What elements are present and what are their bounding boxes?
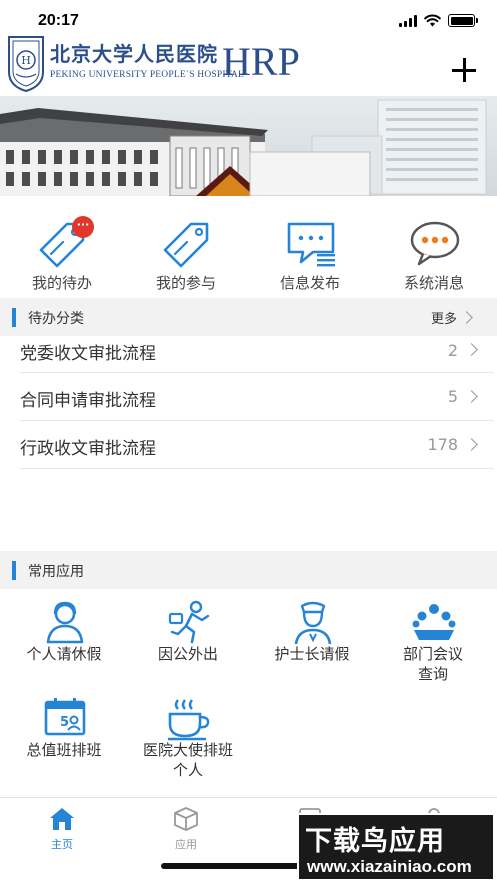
quick-action-my-participation[interactable]: 我的参与	[124, 208, 248, 298]
svg-text:5: 5	[60, 715, 69, 730]
todo-section-title: 待办分类	[28, 311, 84, 327]
running-man-icon	[168, 600, 210, 644]
apps-section-title: 常用应用	[28, 564, 84, 580]
section-accent-bar	[12, 308, 16, 327]
todo-item-count: 178	[427, 435, 458, 454]
cube-icon	[174, 807, 198, 831]
nurse-icon	[294, 601, 332, 645]
wifi-icon	[424, 14, 441, 27]
chevron-right-icon	[465, 343, 478, 356]
watermark-url: www.xiazainiao.com	[307, 857, 472, 876]
quick-action-system-messages[interactable]: 系统消息	[372, 208, 496, 298]
chat-bubble-icon	[410, 221, 460, 266]
site-watermark: 下载鸟应用 www.xiazainiao.com	[297, 813, 495, 881]
hospital-name-en: PEKING UNIVERSITY PEOPLE`S HOSPITAL	[50, 70, 245, 80]
apps-section-header: 常用应用	[0, 551, 497, 589]
tab-label: 应用	[175, 838, 197, 851]
tab-label: 主页	[51, 838, 73, 851]
app-personal-leave[interactable]: 个人请休假	[2, 600, 126, 692]
todo-item-title: 合同申请审批流程	[20, 391, 156, 411]
meeting-icon	[412, 604, 456, 640]
todo-list-item[interactable]: 合同申请审批流程 5	[20, 373, 494, 421]
chevron-right-icon	[465, 438, 478, 451]
coffee-cup-icon	[168, 699, 210, 741]
todo-item-title: 行政收文审批流程	[20, 439, 156, 459]
home-icon	[50, 808, 74, 830]
app-ambassador-schedule[interactable]: 医院大使排班个人	[126, 696, 250, 788]
watermark-title: 下载鸟应用	[305, 826, 445, 857]
todo-section-header: 待办分类 更多	[0, 298, 497, 336]
todo-item-title: 党委收文审批流程	[20, 344, 156, 364]
quick-actions: ··· 我的待办 我的参与 信息发布 系统消息	[0, 208, 497, 298]
battery-icon	[448, 14, 478, 27]
todo-list-item[interactable]: 行政收文审批流程 178	[20, 421, 494, 469]
signal-icon	[399, 14, 417, 27]
app-label: 医院大使排班个人	[142, 741, 233, 779]
app-duty-schedule[interactable]: 5 总值班排班	[2, 696, 126, 788]
chevron-right-icon	[460, 311, 473, 324]
plus-icon[interactable]	[452, 58, 478, 84]
calendar-person-icon: 5	[44, 698, 86, 736]
app-header: H 北京大学人民医院 PEKING UNIVERSITY PEOPLE`S HO…	[0, 34, 497, 96]
quick-action-label: 我的参与	[155, 274, 216, 292]
todo-item-count: 2	[447, 341, 458, 360]
section-accent-bar	[12, 561, 16, 580]
status-time: 20:17	[38, 12, 79, 29]
app-label: 因公外出	[157, 645, 218, 663]
tag-icon	[163, 222, 209, 268]
message-list-icon	[287, 222, 335, 267]
app-head-nurse-leave[interactable]: 护士长请假	[250, 600, 374, 692]
chevron-right-icon	[465, 390, 478, 403]
hospital-name-cn: 北京大学人民医院	[50, 42, 218, 66]
person-headset-icon	[46, 601, 84, 644]
app-label: 个人请休假	[26, 645, 102, 663]
tab-apps[interactable]: 应用	[124, 798, 248, 858]
quick-action-label: 系统消息	[403, 274, 464, 292]
quick-action-info-publish[interactable]: 信息发布	[248, 208, 372, 298]
app-business-trip[interactable]: 因公外出	[126, 600, 250, 692]
hrp-logo-text: HRP	[222, 39, 300, 84]
quick-action-label: 我的待办	[31, 274, 92, 292]
app-department-meeting[interactable]: 部门会议查询	[371, 600, 495, 692]
app-label: 部门会议查询	[402, 645, 463, 683]
svg-text:H: H	[21, 54, 31, 67]
app-label: 总值班排班	[26, 741, 102, 759]
app-label: 护士长请假	[274, 645, 350, 663]
todo-list-item[interactable]: 党委收文审批流程 2	[20, 336, 494, 373]
todo-badge: ···	[72, 216, 94, 238]
tab-home[interactable]: 主页	[0, 798, 124, 858]
status-icons	[399, 14, 478, 27]
todo-item-count: 5	[447, 387, 458, 406]
more-link[interactable]: 更多	[431, 308, 457, 327]
hospital-banner-image	[0, 96, 497, 208]
status-bar: 20:17	[0, 0, 497, 34]
quick-action-my-todo[interactable]: ··· 我的待办	[0, 208, 124, 298]
quick-action-label: 信息发布	[279, 274, 340, 292]
hospital-seal-icon: H	[8, 36, 44, 92]
